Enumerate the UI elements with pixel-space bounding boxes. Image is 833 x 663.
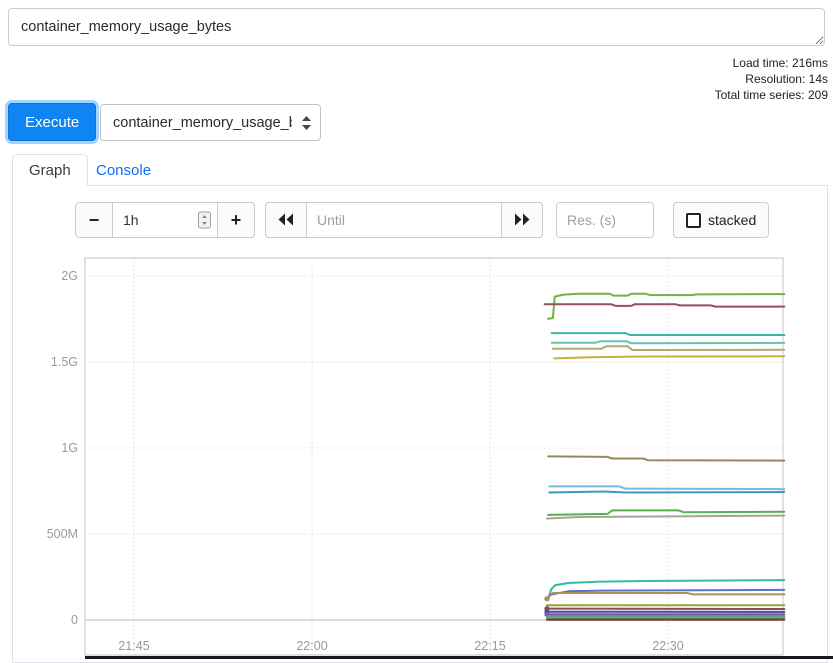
series-line xyxy=(552,341,785,343)
time-series-chart[interactable]: 0 500M 1G 1.5G 2G 21:45 22:00 22:15 22:30 xyxy=(0,250,833,663)
step-back-icon xyxy=(277,210,295,231)
series-line xyxy=(549,492,784,493)
series-line xyxy=(554,356,784,358)
graph-controls: − + xyxy=(13,186,827,256)
execute-button[interactable]: Execute xyxy=(8,103,96,141)
range-control-group: − + xyxy=(75,202,255,238)
x-tick-label: 22:30 xyxy=(652,639,683,653)
x-tick-label: 21:45 xyxy=(118,639,149,653)
series-line xyxy=(548,510,784,515)
range-spinner-icon xyxy=(198,212,211,229)
step-forward-icon xyxy=(513,210,531,231)
y-tick-label: 2G xyxy=(61,269,78,283)
metric-dropdown[interactable]: container_memory_usage_bytes xyxy=(100,104,321,141)
metric-dropdown-value: container_memory_usage_bytes xyxy=(113,115,292,131)
time-control-group xyxy=(265,202,543,238)
step-forward-button[interactable] xyxy=(501,202,543,238)
chart-series xyxy=(544,294,784,620)
chart-grid xyxy=(85,258,783,655)
range-increase-button[interactable]: + xyxy=(217,202,255,238)
y-tick-label: 500M xyxy=(47,527,78,541)
series-line xyxy=(548,456,784,460)
series-line xyxy=(547,516,784,519)
tab-console[interactable]: Console xyxy=(80,154,167,186)
axis-labels: 0 500M 1G 1.5G 2G 21:45 22:00 22:15 22:30 xyxy=(47,269,684,653)
resolution: Resolution: 14s xyxy=(715,71,828,87)
series-line xyxy=(553,346,784,350)
y-tick-label: 1G xyxy=(61,441,78,455)
load-time: Load time: 216ms xyxy=(715,55,828,71)
range-decrease-button[interactable]: − xyxy=(75,202,113,238)
y-tick-label: 1.5G xyxy=(51,355,78,369)
x-tick-label: 22:15 xyxy=(474,639,505,653)
legend-divider-bar xyxy=(85,656,833,659)
total-time-series: Total time series: 209 xyxy=(715,87,828,103)
series-start-dot xyxy=(544,596,549,601)
series-line xyxy=(547,593,784,599)
series-line xyxy=(545,304,785,306)
series-line xyxy=(552,333,785,335)
stacked-toggle-button[interactable]: stacked xyxy=(673,202,769,238)
query-stats: Load time: 216ms Resolution: 14s Total t… xyxy=(715,55,828,103)
checkbox-icon xyxy=(686,213,701,228)
query-input[interactable]: container_memory_usage_bytes xyxy=(8,8,825,46)
resolution-input[interactable] xyxy=(556,202,654,238)
step-back-button[interactable] xyxy=(265,202,307,238)
until-input[interactable] xyxy=(306,202,502,238)
x-tick-label: 22:00 xyxy=(296,639,327,653)
y-tick-label: 0 xyxy=(71,613,78,627)
tab-graph[interactable]: Graph xyxy=(12,154,88,186)
dropdown-updown-icon xyxy=(302,116,311,130)
plot-border xyxy=(85,258,783,655)
prometheus-expression-browser: container_memory_usage_bytes Load time: … xyxy=(0,0,833,663)
stacked-label: stacked xyxy=(708,212,756,228)
series-line xyxy=(549,486,784,489)
